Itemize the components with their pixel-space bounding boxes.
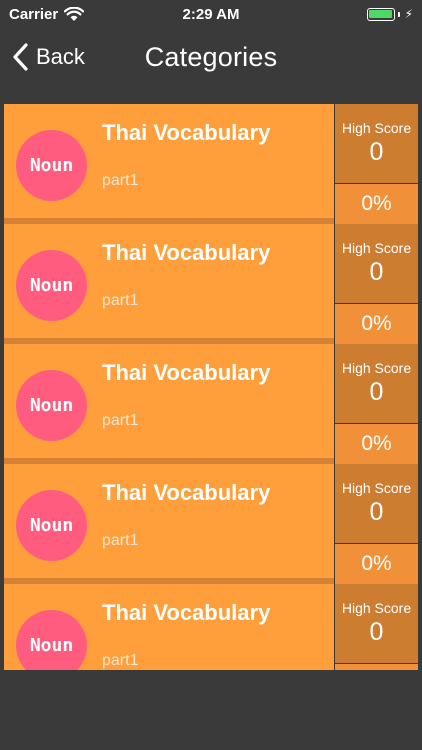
category-subtitle: part1: [102, 652, 139, 669]
high-score-label: High Score: [341, 240, 412, 256]
category-card[interactable]: Noun Thai Vocabulary part1: [4, 584, 334, 670]
high-score-value: 0: [369, 618, 384, 646]
high-score-panel: High Score 0: [335, 464, 418, 543]
high-score-label: High Score: [341, 480, 412, 496]
category-subtitle: part1: [102, 412, 139, 429]
category-row[interactable]: Noun Thai Vocabulary part1 High Score 0 …: [4, 224, 418, 344]
category-row[interactable]: Noun Thai Vocabulary part1 High Score 0 …: [4, 344, 418, 464]
progress-percent: 0%: [335, 424, 418, 464]
charging-bolt-icon: ⚡: [404, 7, 413, 21]
category-subtitle: part1: [102, 172, 139, 189]
category-row[interactable]: Noun Thai Vocabulary part1 High Score 0 …: [4, 584, 418, 670]
status-bar: Carrier 2:29 AM ⚡: [0, 0, 422, 30]
category-title: Thai Vocabulary: [102, 600, 271, 625]
battery-indicator: ⚡: [366, 7, 413, 21]
high-score-value: 0: [369, 378, 384, 406]
high-score-label: High Score: [341, 360, 412, 376]
battery-icon: [366, 7, 395, 21]
category-subtitle: part1: [102, 292, 139, 309]
progress-percent: 0%: [335, 184, 418, 224]
high-score-panel: High Score 0: [335, 224, 418, 303]
category-card[interactable]: Noun Thai Vocabulary part1: [4, 104, 334, 218]
category-row[interactable]: Noun Thai Vocabulary part1 High Score 0 …: [4, 104, 418, 224]
category-row[interactable]: Noun Thai Vocabulary part1 High Score 0 …: [4, 464, 418, 584]
category-badge: Noun: [16, 370, 87, 441]
category-title: Thai Vocabulary: [102, 360, 271, 385]
high-score-label: High Score: [341, 120, 412, 136]
category-title: Thai Vocabulary: [102, 480, 271, 505]
clock: 2:29 AM: [182, 6, 240, 23]
high-score-panel: High Score 0: [335, 104, 418, 183]
category-card[interactable]: Noun Thai Vocabulary part1: [4, 224, 334, 338]
category-title: Thai Vocabulary: [102, 240, 271, 265]
high-score-value: 0: [369, 258, 384, 286]
battery-nub: [397, 11, 400, 17]
category-badge: Noun: [16, 130, 87, 201]
progress-percent: 0%: [335, 544, 418, 584]
category-title: Thai Vocabulary: [102, 120, 271, 145]
high-score-panel: High Score 0: [335, 584, 418, 663]
category-card[interactable]: Noun Thai Vocabulary part1: [4, 464, 334, 578]
category-badge: Noun: [16, 610, 87, 670]
progress-percent: 0%: [335, 304, 418, 344]
progress-percent: 0%: [335, 664, 418, 670]
navigation-bar: Back Categories: [0, 30, 422, 86]
category-card[interactable]: Noun Thai Vocabulary part1: [4, 344, 334, 458]
category-subtitle: part1: [102, 532, 139, 549]
high-score-value: 0: [369, 138, 384, 166]
high-score-value: 0: [369, 498, 384, 526]
category-badge: Noun: [16, 250, 87, 321]
battery-level: [369, 10, 393, 18]
category-list[interactable]: Noun Thai Vocabulary part1 High Score 0 …: [4, 104, 418, 670]
high-score-label: High Score: [341, 600, 412, 616]
page-title: Categories: [144, 42, 278, 72]
category-badge: Noun: [16, 490, 87, 561]
high-score-panel: High Score 0: [335, 344, 418, 423]
